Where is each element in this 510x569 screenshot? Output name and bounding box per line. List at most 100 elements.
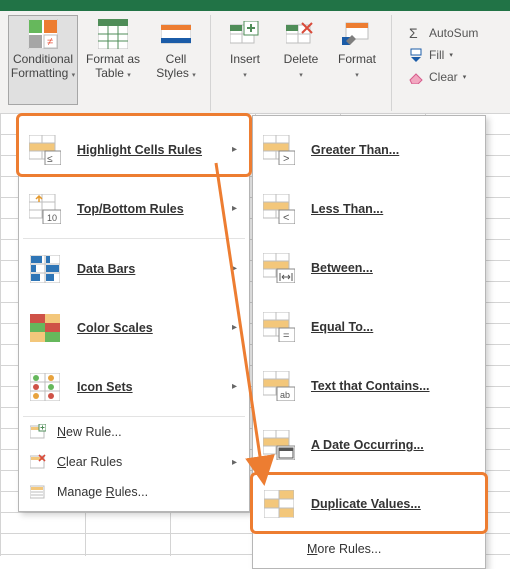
color-scales-icon bbox=[29, 313, 61, 343]
svg-text:=: = bbox=[283, 330, 289, 342]
cell-styles-icon bbox=[160, 18, 192, 50]
menu-label: Manage Rules... bbox=[57, 485, 148, 499]
menu-less-than[interactable]: < Less Than... bbox=[255, 179, 483, 238]
data-bars-icon bbox=[29, 254, 61, 284]
ribbon-group-styles: ≠ Conditional Formatting ▾ Format as Tab… bbox=[2, 15, 211, 111]
autosum-label: AutoSum bbox=[429, 26, 478, 40]
menu-label: A Date Occurring... bbox=[311, 438, 424, 452]
menu-equal-to[interactable]: = Equal To... bbox=[255, 297, 483, 356]
ribbon: ≠ Conditional Formatting ▾ Format as Tab… bbox=[0, 11, 510, 114]
submenu-arrow-icon: ▸ bbox=[232, 457, 237, 468]
menu-a-date-occurring[interactable]: A Date Occurring... bbox=[255, 415, 483, 474]
menu-label: Icon Sets bbox=[77, 380, 133, 394]
date-occurring-icon bbox=[263, 430, 295, 460]
menu-new-rule[interactable]: New Rule... bbox=[21, 417, 247, 447]
titlebar bbox=[0, 0, 510, 11]
dropdown-arrow-icon: ▾ bbox=[72, 72, 76, 79]
ribbon-group-cells: Insert ▾ Delete ▾ Format ▾ bbox=[211, 15, 392, 111]
duplicate-values-icon bbox=[263, 489, 295, 519]
equal-to-icon: = bbox=[263, 312, 295, 342]
menu-label: Top/Bottom Rules bbox=[77, 202, 184, 216]
svg-text:ab: ab bbox=[280, 390, 290, 400]
menu-label: Duplicate Values... bbox=[311, 497, 421, 511]
highlight-cells-rules-submenu: > Greater Than... < Less Than... Between… bbox=[252, 115, 486, 569]
dropdown-arrow-icon: ▾ bbox=[463, 73, 467, 81]
top-bottom-rules-icon: 10 bbox=[29, 194, 61, 224]
menu-label: Highlight Cells Rules bbox=[77, 143, 202, 157]
submenu-arrow-icon: ▸ bbox=[232, 203, 237, 214]
format-as-table-button[interactable]: Format as Table ▾ bbox=[78, 15, 148, 105]
menu-label: Color Scales bbox=[77, 321, 153, 335]
format-as-table-label-1: Format as bbox=[86, 52, 140, 66]
menu-label: Clear Rules bbox=[57, 455, 122, 469]
conditional-formatting-icon: ≠ bbox=[27, 18, 59, 50]
submenu-arrow-icon: ▸ bbox=[232, 263, 237, 274]
menu-manage-rules[interactable]: Manage Rules... bbox=[21, 477, 247, 507]
submenu-arrow-icon: ▸ bbox=[232, 381, 237, 392]
sigma-icon: Σ bbox=[408, 25, 424, 41]
ribbon-group-editing: Σ AutoSum Fill ▾ Clear ▾ bbox=[392, 15, 508, 111]
format-as-table-icon bbox=[97, 18, 129, 50]
format-as-table-label-2: Table bbox=[95, 66, 124, 80]
menu-clear-rules[interactable]: Clear Rules ▸ bbox=[21, 447, 247, 477]
menu-data-bars[interactable]: Data Bars ▸ bbox=[21, 239, 247, 298]
menu-label: Between... bbox=[311, 261, 373, 275]
dropdown-arrow-icon: ▾ bbox=[449, 51, 453, 59]
svg-text:≠: ≠ bbox=[47, 36, 53, 48]
menu-label: Greater Than... bbox=[311, 143, 399, 157]
highlight-cells-rules-icon: ≤ bbox=[29, 135, 61, 165]
svg-text:Σ: Σ bbox=[409, 26, 418, 40]
insert-label: Insert bbox=[230, 52, 260, 66]
dropdown-arrow-icon: ▾ bbox=[355, 72, 359, 79]
conditional-formatting-button[interactable]: ≠ Conditional Formatting ▾ bbox=[8, 15, 78, 105]
menu-label: Text that Contains... bbox=[311, 379, 430, 393]
submenu-arrow-icon: ▸ bbox=[232, 322, 237, 333]
fill-label: Fill bbox=[429, 48, 444, 62]
menu-highlight-cells-rules[interactable]: ≤ Highlight Cells Rules ▸ bbox=[21, 120, 247, 179]
clear-label: Clear bbox=[429, 70, 458, 84]
menu-color-scales[interactable]: Color Scales ▸ bbox=[21, 298, 247, 357]
delete-icon bbox=[285, 18, 317, 50]
delete-label: Delete bbox=[284, 52, 319, 66]
text-contains-icon: ab bbox=[263, 371, 295, 401]
dropdown-arrow-icon: ▾ bbox=[192, 72, 196, 79]
menu-label: Data Bars bbox=[77, 262, 135, 276]
svg-text:≤: ≤ bbox=[47, 154, 53, 165]
dropdown-arrow-icon: ▾ bbox=[299, 72, 303, 79]
manage-rules-icon bbox=[29, 483, 47, 501]
autosum-button[interactable]: Σ AutoSum bbox=[408, 25, 478, 41]
format-button[interactable]: Format ▾ bbox=[329, 15, 385, 105]
svg-text:10: 10 bbox=[47, 213, 57, 223]
menu-label: Equal To... bbox=[311, 320, 373, 334]
delete-button[interactable]: Delete ▾ bbox=[273, 15, 329, 105]
menu-top-bottom-rules[interactable]: 10 Top/Bottom Rules ▸ bbox=[21, 179, 247, 238]
dropdown-arrow-icon: ▾ bbox=[243, 72, 247, 79]
cell-styles-button[interactable]: Cell Styles ▾ bbox=[148, 15, 204, 105]
cell-styles-label-1: Cell bbox=[166, 52, 187, 66]
fill-button[interactable]: Fill ▾ bbox=[408, 47, 478, 63]
eraser-icon bbox=[408, 69, 424, 85]
fill-down-icon bbox=[408, 47, 424, 63]
menu-between[interactable]: Between... bbox=[255, 238, 483, 297]
insert-icon bbox=[229, 18, 261, 50]
menu-text-that-contains[interactable]: ab Text that Contains... bbox=[255, 356, 483, 415]
clear-button[interactable]: Clear ▾ bbox=[408, 69, 478, 85]
less-than-icon: < bbox=[263, 194, 295, 224]
menu-label: New Rule... bbox=[57, 425, 122, 439]
submenu-arrow-icon: ▸ bbox=[232, 144, 237, 155]
between-icon bbox=[263, 253, 295, 283]
new-rule-icon bbox=[29, 423, 47, 441]
dropdown-arrow-icon: ▾ bbox=[127, 72, 131, 79]
cell-styles-label-2: Styles bbox=[156, 66, 189, 80]
menu-label: Less Than... bbox=[311, 202, 383, 216]
menu-icon-sets[interactable]: Icon Sets ▸ bbox=[21, 357, 247, 416]
conditional-formatting-label-2: Formatting bbox=[11, 66, 68, 80]
svg-text:>: > bbox=[283, 153, 289, 165]
menu-more-rules[interactable]: More Rules... bbox=[255, 534, 483, 564]
menu-greater-than[interactable]: > Greater Than... bbox=[255, 120, 483, 179]
menu-duplicate-values[interactable]: Duplicate Values... bbox=[255, 474, 483, 533]
format-label: Format bbox=[338, 52, 376, 66]
clear-rules-icon bbox=[29, 453, 47, 471]
insert-button[interactable]: Insert ▾ bbox=[217, 15, 273, 105]
icon-sets-icon bbox=[29, 372, 61, 402]
